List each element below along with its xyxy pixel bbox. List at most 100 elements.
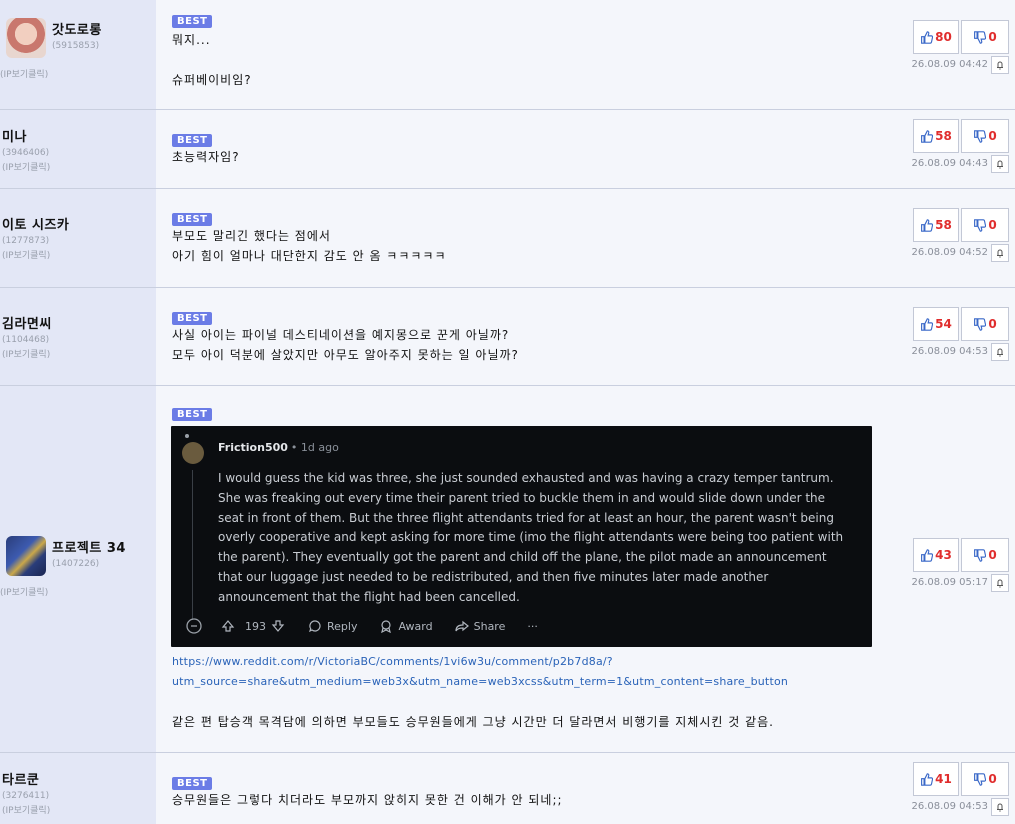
downvote-button[interactable]: 0 <box>961 20 1009 54</box>
comment-date: 26.08.09 05:17 <box>911 577 988 588</box>
upvote-count: 58 <box>935 129 952 143</box>
comment-list: 갓도로롱 (5915853) (IP보기클릭) BEST 뭐지... 슈퍼베이비… <box>0 0 1015 824</box>
reddit-link[interactable]: https://www.reddit.com/r/VictoriaBC/comm… <box>172 652 788 672</box>
ip-view-link[interactable]: (IP보기클릭) <box>2 160 156 173</box>
reddit-more: ··· <box>527 620 538 633</box>
reddit-share-label: Share <box>473 619 506 633</box>
upvote-button[interactable]: 58 <box>913 119 959 153</box>
upvote-button[interactable]: 58 <box>913 208 959 242</box>
comment-row: 미나 (3946406) (IP보기클릭) BEST 초능력자임? 58 0 2… <box>0 110 1015 189</box>
author-nickname[interactable]: 미나 <box>2 126 156 145</box>
comment-row: 김라면씨 (1104468) (IP보기클릭) BEST 사실 아이는 파이널 … <box>0 288 1015 386</box>
upvote-count: 43 <box>935 548 952 562</box>
author-panel: 갓도로롱 (5915853) (IP보기클릭) <box>0 0 156 109</box>
comment-date: 26.08.09 04:53 <box>911 346 988 357</box>
bell-icon <box>997 803 1003 812</box>
reddit-votes: 193 <box>221 619 290 633</box>
downvote-button[interactable]: 0 <box>961 538 1009 572</box>
thumbs-up-icon <box>921 548 934 562</box>
author-panel: 이토 시즈카 (1277873) (IP보기클릭) <box>0 189 156 287</box>
comment-text-line: 사실 아이는 파이널 데스티네이션을 예지몽으로 꾼게 아닐까? <box>172 328 510 342</box>
upvote-count: 54 <box>935 317 952 331</box>
reddit-expand <box>186 618 207 634</box>
comment-row: 이토 시즈카 (1277873) (IP보기클릭) BEST 부모도 말리긴 했… <box>0 189 1015 288</box>
downvote-count: 0 <box>988 30 997 44</box>
author-panel: 타르쿤 (3276411) (IP보기클릭) <box>0 753 156 824</box>
reddit-vote-count: 193 <box>245 619 266 633</box>
thumbs-down-icon <box>974 548 987 562</box>
upvote-button[interactable]: 80 <box>913 20 959 54</box>
vote-buttons: 41 0 <box>913 762 1009 796</box>
downvote-button[interactable]: 0 <box>961 307 1009 341</box>
best-badge: BEST <box>172 213 213 226</box>
author-uid: (3276411) <box>2 791 50 801</box>
award-icon <box>381 620 392 633</box>
comment-date: 26.08.09 04:53 <box>911 801 988 812</box>
thumbs-up-icon <box>921 317 934 331</box>
author-nickname[interactable]: 김라면씨 <box>2 313 156 332</box>
comment-bubble-icon <box>309 620 321 633</box>
upvote-button[interactable]: 43 <box>913 538 959 572</box>
ip-view-link[interactable]: (IP보기클릭) <box>2 248 156 261</box>
upvote-count: 80 <box>935 30 952 44</box>
report-button[interactable] <box>991 798 1009 816</box>
author-uid: (1277873) <box>2 236 50 246</box>
best-badge: BEST <box>172 408 213 421</box>
collapse-dot <box>185 434 189 438</box>
comment-row: 프로젝트 34 (1407226) (IP보기클릭) BEST Friction… <box>0 386 1015 753</box>
comment-body: BEST 뭐지... 슈퍼베이비임? 80 0 26.08.09 04:42 <box>156 0 1015 109</box>
vote-buttons: 43 0 <box>913 538 1009 572</box>
thread-line <box>192 470 193 620</box>
downvote-button[interactable]: 0 <box>961 762 1009 796</box>
collapse-circle-icon <box>186 618 202 634</box>
comment-text-line <box>172 50 252 70</box>
ip-view-link[interactable]: (IP보기클릭) <box>0 585 156 598</box>
comment-text-line: 초능력자임? <box>172 150 240 164</box>
report-button[interactable] <box>991 244 1009 262</box>
comment-body: BEST 승무원들은 그렇다 치더라도 부모까지 앉히지 못한 건 이해가 안 … <box>156 753 1015 824</box>
author-nickname[interactable]: 이토 시즈카 <box>2 214 156 233</box>
comment-date: 26.08.09 04:52 <box>911 247 988 258</box>
author-uid: (1104468) <box>2 335 50 345</box>
author-nickname[interactable]: 갓도로롱 <box>52 19 102 38</box>
report-button[interactable] <box>991 343 1009 361</box>
reddit-award: Award <box>379 619 433 633</box>
author-panel: 프로젝트 34 (1407226) (IP보기클릭) <box>0 386 156 752</box>
comment-text-line: 아기 힘이 얼마나 대단한지 감도 안 옴 ㅋㅋㅋㅋㅋ <box>172 249 447 263</box>
thumbs-up-icon <box>921 218 934 232</box>
more-dots-icon: ··· <box>527 619 538 633</box>
author-panel: 김라면씨 (1104468) (IP보기클릭) <box>0 288 156 385</box>
downvote-count: 0 <box>988 317 997 331</box>
thumbs-down-icon <box>974 772 987 786</box>
downvote-count: 0 <box>988 772 997 786</box>
report-button[interactable] <box>991 155 1009 173</box>
author-nickname[interactable]: 타르쿤 <box>2 769 156 788</box>
ip-view-link[interactable]: (IP보기클릭) <box>0 67 156 80</box>
downvote-button[interactable]: 0 <box>961 119 1009 153</box>
upvote-button[interactable]: 41 <box>913 762 959 796</box>
upvote-button[interactable]: 54 <box>913 307 959 341</box>
reddit-action-bar: 193 Reply Award Share ··· <box>186 618 560 634</box>
comment-body: BEST 사실 아이는 파이널 데스티네이션을 예지몽으로 꾼게 아닐까? 모두… <box>156 288 1015 385</box>
comment-row: 갓도로롱 (5915853) (IP보기클릭) BEST 뭐지... 슈퍼베이비… <box>0 0 1015 110</box>
reddit-link-continued[interactable]: utm_source=share&utm_medium=web3x&utm_na… <box>172 672 788 692</box>
comment-text-line: 부모도 말리긴 했다는 점에서 <box>172 229 331 243</box>
downvote-count: 0 <box>988 129 997 143</box>
comment-date: 26.08.09 04:42 <box>911 59 988 70</box>
reddit-avatar <box>182 442 204 464</box>
avatar[interactable] <box>6 536 46 576</box>
ip-view-link[interactable]: (IP보기클릭) <box>2 347 156 360</box>
downvote-button[interactable]: 0 <box>961 208 1009 242</box>
ip-view-link[interactable]: (IP보기클릭) <box>2 803 156 816</box>
report-button[interactable] <box>991 56 1009 74</box>
best-badge: BEST <box>172 312 213 325</box>
comment-text-line: 모두 아이 덕분에 살았지만 아무도 알아주지 못하는 일 아닐까? <box>172 348 519 362</box>
reddit-reply: Reply <box>308 619 357 633</box>
author-nickname[interactable]: 프로젝트 34 <box>52 537 126 556</box>
share-arrow-icon <box>455 620 469 632</box>
best-badge: BEST <box>172 15 213 28</box>
upvote-arrow-icon <box>221 620 235 632</box>
vote-buttons: 54 0 <box>913 307 1009 341</box>
avatar[interactable] <box>6 18 46 58</box>
report-button[interactable] <box>991 574 1009 592</box>
